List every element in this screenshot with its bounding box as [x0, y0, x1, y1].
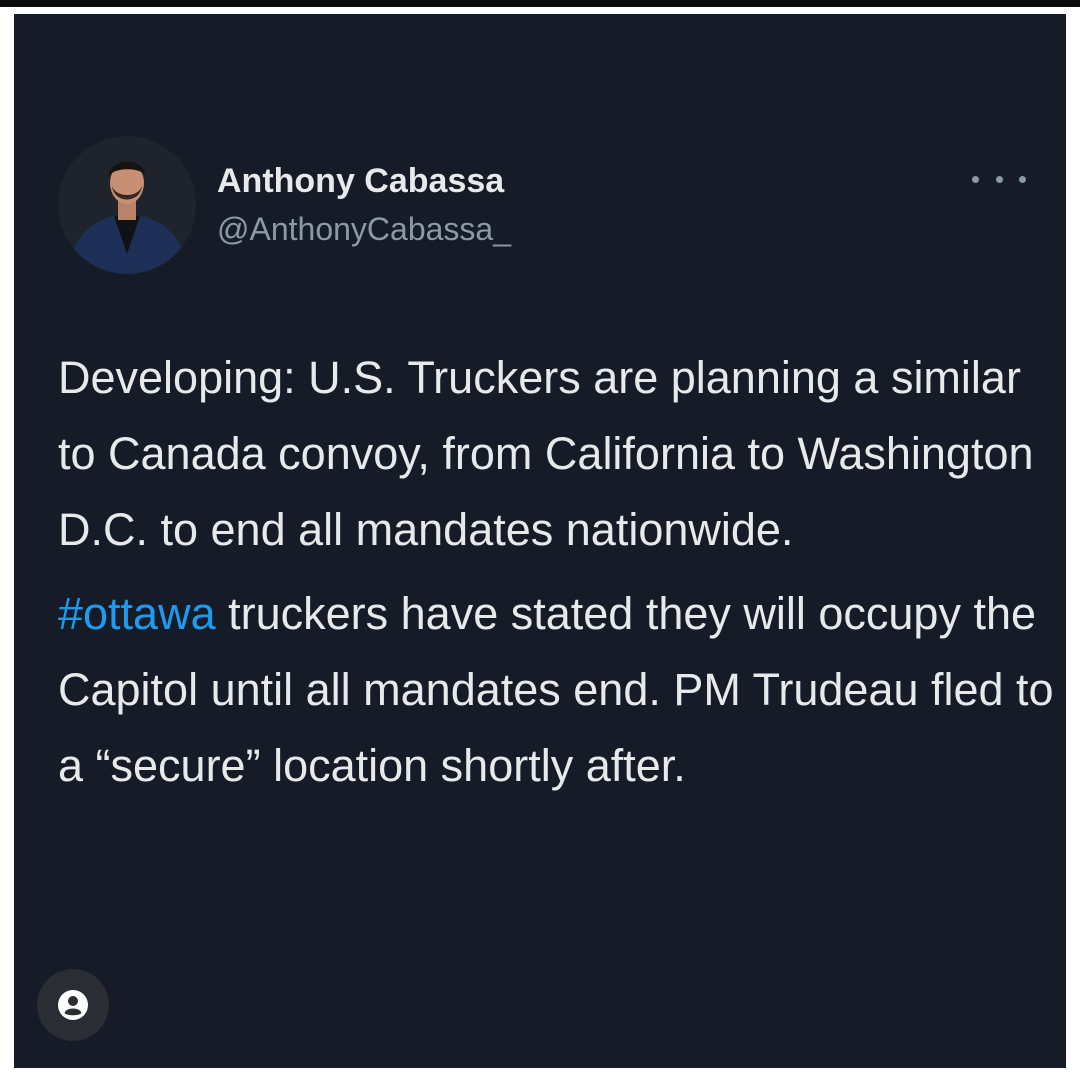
tweet-text: Developing: U.S. Truckers are planning a… — [58, 340, 1058, 804]
dot — [972, 175, 979, 183]
author-handle[interactable]: @AnthonyCabassa_ — [217, 211, 511, 248]
hashtag-link[interactable]: #ottawa — [58, 588, 216, 639]
profile-button[interactable] — [37, 969, 109, 1041]
tweet-paragraph-2: #ottawa truckers have stated they will o… — [58, 576, 1058, 804]
more-dots-icon[interactable] — [972, 168, 1026, 190]
tweet-paragraph-1: Developing: U.S. Truckers are planning a… — [58, 352, 1034, 555]
dot — [995, 175, 1003, 183]
tweet-card: Anthony Cabassa @AnthonyCabassa_ Develop… — [14, 14, 1066, 1068]
user-circle-icon — [58, 990, 88, 1020]
top-border — [0, 0, 1080, 7]
dot — [1019, 175, 1026, 183]
avatar-photo — [58, 136, 196, 274]
avatar[interactable] — [58, 136, 196, 274]
author-name[interactable]: Anthony Cabassa — [217, 162, 504, 201]
